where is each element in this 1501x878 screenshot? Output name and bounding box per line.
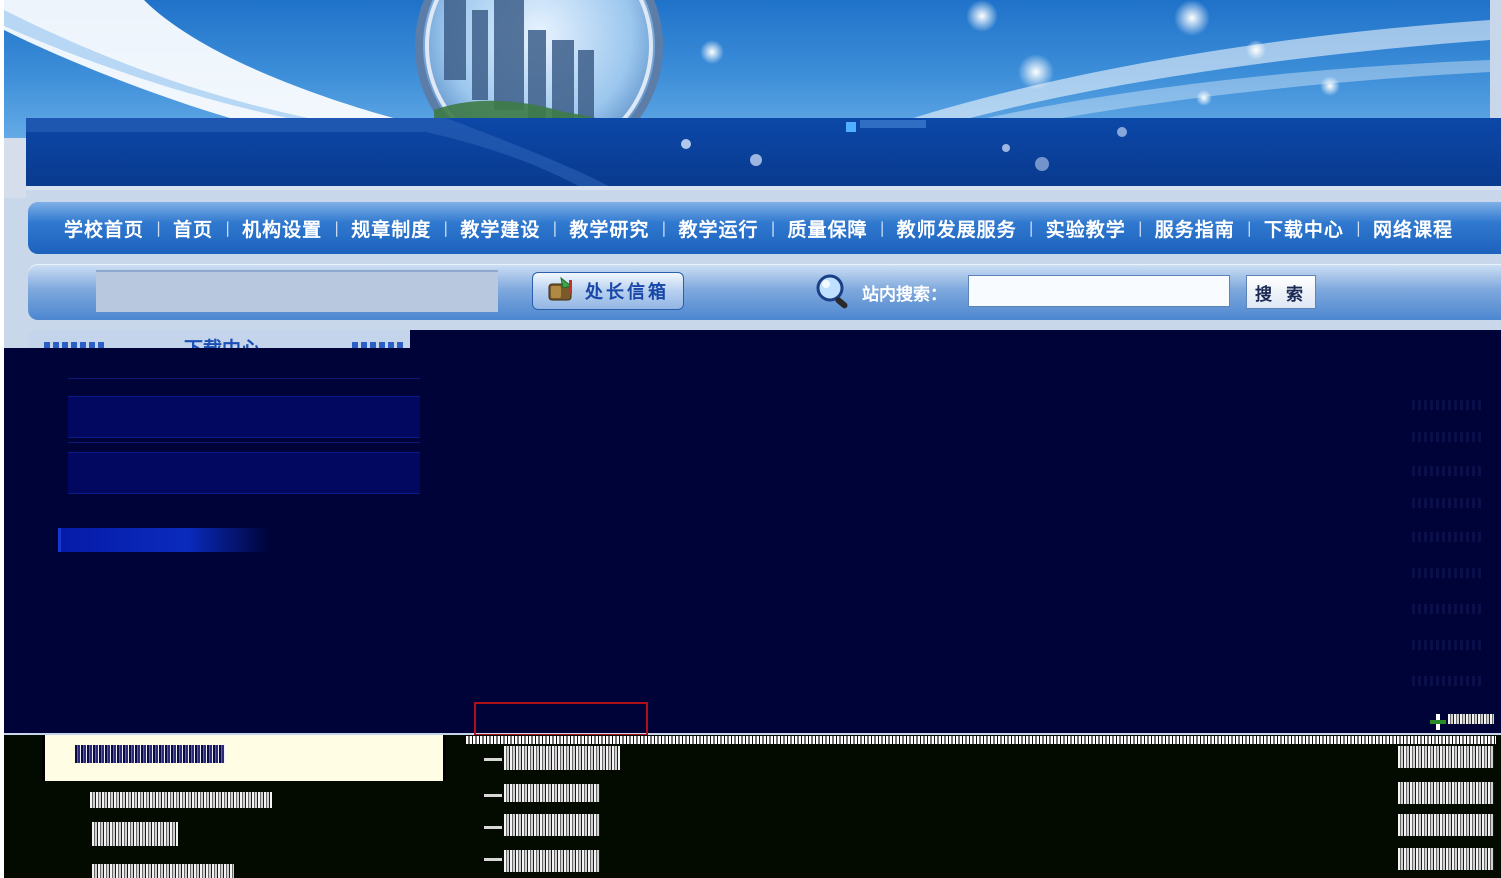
- list-bullet: [484, 794, 502, 797]
- render-artifact-text: [504, 850, 600, 872]
- mailbox-label: 处长信箱: [585, 282, 669, 303]
- nav-separator: |: [334, 219, 340, 237]
- ghost-text: [1412, 400, 1482, 410]
- cross-icon: [1430, 714, 1446, 730]
- nav-separator: |: [770, 219, 776, 237]
- focus-outline: [474, 702, 648, 736]
- sidebar-item-block[interactable]: [68, 452, 420, 494]
- nav-home[interactable]: 首页: [173, 215, 213, 242]
- render-artifact-text: [1448, 714, 1494, 724]
- render-artifact-top: [410, 330, 1501, 350]
- sidebar-item-block[interactable]: [68, 396, 420, 438]
- nav-teaching-research[interactable]: 教学研究: [569, 215, 649, 242]
- search-label: 站内搜索：: [862, 285, 947, 305]
- banner-lower-band: [26, 118, 1501, 190]
- nav-separator: |: [1246, 219, 1252, 237]
- nav-quality-assurance[interactable]: 质量保障: [788, 215, 868, 242]
- ghost-text: [1412, 498, 1482, 508]
- nav-teacher-development[interactable]: 教师发展服务: [897, 215, 1017, 242]
- nav-school-home[interactable]: 学校首页: [64, 215, 144, 242]
- render-artifact-text: [90, 792, 272, 808]
- ghost-text: [1412, 640, 1482, 650]
- list-bullet: [484, 758, 502, 761]
- ghost-text: [1412, 466, 1482, 476]
- nav-separator: |: [879, 219, 885, 237]
- sidebar-highlight-link[interactable]: [58, 528, 271, 552]
- sidebar-divider: [68, 378, 420, 379]
- mailbox-icon: [547, 276, 577, 306]
- banner-strip: [26, 186, 1501, 190]
- banner-lower-artwork: [26, 118, 1127, 190]
- render-artifact-text: [504, 746, 620, 770]
- list-bullet: [484, 858, 502, 861]
- nav-teaching-construction[interactable]: 教学建设: [460, 215, 540, 242]
- render-artifact-text: [75, 745, 225, 763]
- ghost-text: [1412, 532, 1482, 542]
- render-artifact-text: [1398, 848, 1494, 870]
- nav-separator: |: [1028, 219, 1034, 237]
- nav-experimental-teaching[interactable]: 实验教学: [1046, 215, 1126, 242]
- render-artifact-text: [92, 864, 234, 878]
- nav-service-guide[interactable]: 服务指南: [1155, 215, 1235, 242]
- nav-teaching-operation[interactable]: 教学运行: [678, 215, 758, 242]
- render-artifact-text: [92, 822, 178, 846]
- director-mailbox-button[interactable]: 处长信箱: [532, 272, 684, 310]
- render-artifact-text: [1398, 814, 1494, 836]
- render-artifact-text: [504, 784, 600, 802]
- nav-separator: |: [552, 219, 558, 237]
- nav-separator: |: [1355, 219, 1361, 237]
- nav-organization[interactable]: 机构设置: [242, 215, 322, 242]
- render-artifact-text: [1398, 782, 1494, 804]
- nav-separator: |: [443, 219, 449, 237]
- toolbar: 处长信箱 站内搜索： 搜 索: [28, 264, 1501, 320]
- nav-online-courses[interactable]: 网络课程: [1373, 215, 1453, 242]
- magnifier-icon: [812, 272, 854, 312]
- render-artifact-text: [1398, 746, 1494, 768]
- ghost-text: [1412, 676, 1482, 686]
- nav-regulations[interactable]: 规章制度: [351, 215, 431, 242]
- search-button[interactable]: 搜 索: [1246, 275, 1316, 309]
- nav-separator: |: [1137, 219, 1143, 237]
- list-bullet: [484, 826, 502, 829]
- nav-separator: |: [156, 219, 162, 237]
- main-nav: 学校首页 | 首页 | 机构设置 | 规章制度 | 教学建设 | 教学研究 | …: [28, 202, 1501, 254]
- ghost-text: [1412, 604, 1482, 614]
- news-ticker: [96, 270, 498, 312]
- nav-separator: |: [225, 219, 231, 237]
- render-artifact-text: [504, 814, 600, 836]
- ghost-text: [1412, 432, 1482, 442]
- site-search-input[interactable]: [968, 275, 1230, 307]
- nav-download-center[interactable]: 下载中心: [1264, 215, 1344, 242]
- render-artifact-rule: [466, 736, 1496, 744]
- sidebar-divider: [68, 442, 420, 443]
- nav-separator: |: [661, 219, 667, 237]
- render-artifact-box: [42, 735, 446, 781]
- ghost-text: [1412, 568, 1482, 578]
- banner-left-pad: [4, 138, 26, 198]
